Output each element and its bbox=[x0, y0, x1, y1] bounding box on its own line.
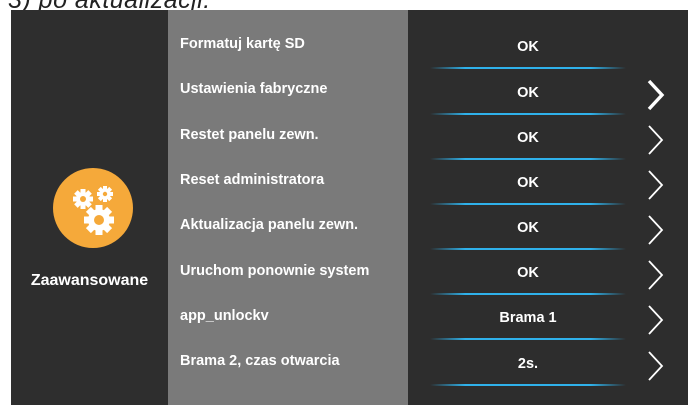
value-underline bbox=[430, 293, 626, 295]
row-label-app-unlock: app_unlockv bbox=[180, 308, 269, 324]
row-label-factory-settings: Ustawienia fabryczne bbox=[180, 81, 328, 97]
value-underline bbox=[430, 384, 626, 386]
factory-settings-button[interactable]: OK bbox=[428, 71, 628, 115]
value-text: Brama 1 bbox=[499, 310, 557, 326]
gate2-open-time-select[interactable]: 2s. bbox=[428, 342, 628, 386]
row-label-reset-admin: Reset administratora bbox=[180, 172, 325, 188]
row-label-reset-outdoor-panel: Restet panelu zewn. bbox=[180, 127, 319, 143]
sidebar: Zaawansowane bbox=[11, 10, 168, 405]
settings-screen: Zaawansowane Formatuj kartę SD Ustawieni… bbox=[11, 10, 688, 405]
value-text: OK bbox=[517, 130, 539, 146]
restart-system-button[interactable]: OK bbox=[428, 251, 628, 295]
settings-labels-column: Formatuj kartę SD Ustawienia fabryczne R… bbox=[168, 10, 408, 405]
chevron-right-icon[interactable] bbox=[644, 303, 666, 337]
value-underline bbox=[430, 248, 626, 250]
value-underline bbox=[430, 203, 626, 205]
reset-outdoor-panel-button[interactable]: OK bbox=[428, 116, 628, 160]
page: 3) po aktualizacji. Zaawansowane Formatu… bbox=[0, 0, 691, 405]
row-label-format-sd: Formatuj kartę SD bbox=[180, 36, 305, 52]
chevron-right-icon[interactable] bbox=[644, 349, 666, 383]
row-label-update-outdoor-panel: Aktualizacja panelu zewn. bbox=[180, 217, 359, 233]
value-underline bbox=[430, 67, 626, 69]
value-text: OK bbox=[517, 265, 539, 281]
reset-admin-button[interactable]: OK bbox=[428, 161, 628, 205]
value-text: OK bbox=[517, 85, 539, 101]
value-underline bbox=[430, 158, 626, 160]
value-text: OK bbox=[517, 175, 539, 191]
row-label-restart-system: Uruchom ponownie system bbox=[180, 263, 370, 279]
gears-icon bbox=[53, 168, 133, 248]
chevron-right-icon[interactable] bbox=[644, 258, 666, 292]
app-unlock-select[interactable]: Brama 1 bbox=[428, 296, 628, 340]
chevron-right-icon[interactable] bbox=[644, 123, 666, 157]
row-label-gate2-open-time: Brama 2, czas otwarcia bbox=[180, 353, 340, 369]
chevron-right-icon[interactable] bbox=[644, 78, 666, 112]
value-text: OK bbox=[517, 39, 539, 55]
value-text: OK bbox=[517, 220, 539, 236]
format-sd-button[interactable]: OK bbox=[428, 25, 628, 69]
update-outdoor-panel-button[interactable]: OK bbox=[428, 206, 628, 250]
value-text: 2s. bbox=[517, 356, 539, 372]
sidebar-title: Zaawansowane bbox=[30, 272, 149, 289]
chevron-right-icon[interactable] bbox=[644, 168, 666, 202]
value-underline bbox=[430, 113, 626, 115]
chevron-right-icon[interactable] bbox=[644, 213, 666, 247]
value-underline bbox=[430, 338, 626, 340]
settings-values-column: OK OK OK OK OK OK Brama 1 2s. bbox=[408, 10, 688, 405]
